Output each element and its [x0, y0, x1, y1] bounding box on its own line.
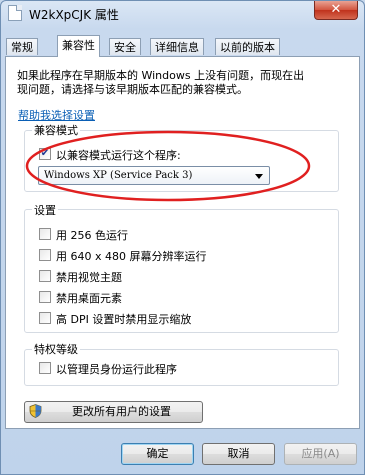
window-title: W2kXpCJK 属性 — [29, 8, 119, 22]
ok-button[interactable]: 确定 — [121, 443, 194, 465]
chevron-down-icon — [255, 174, 263, 179]
uac-shield-icon — [29, 404, 42, 418]
run-640x480-label: 用 640 x 480 屏幕分辨率运行 — [56, 250, 207, 263]
title-bar[interactable]: W2kXpCJK 属性 ✕ — [1, 1, 364, 25]
file-icon — [8, 5, 22, 21]
os-version-value: Windows XP (Service Pack 3) — [44, 170, 193, 181]
intro-text-line2: 现问题，请选择与该早期版本匹配的兼容模式。 — [17, 83, 248, 96]
run-256-colors-label: 用 256 色运行 — [56, 229, 128, 242]
compat-mode-checkbox[interactable]: ✔ — [39, 148, 51, 160]
os-version-select[interactable]: Windows XP (Service Pack 3) — [38, 166, 270, 185]
compat-mode-group-label: 兼容模式 — [32, 122, 80, 138]
run-as-admin-label: 以管理员身份运行此程序 — [56, 363, 177, 376]
run-640x480-checkbox[interactable] — [39, 249, 51, 261]
disable-dpi-scaling-checkbox[interactable] — [39, 312, 51, 324]
disable-dpi-scaling-label: 高 DPI 设置时禁用显示缩放 — [56, 313, 192, 326]
compat-mode-checkbox-label: 以兼容模式运行这个程序: — [56, 149, 181, 162]
change-all-users-button[interactable]: 更改所有用户的设置 — [24, 401, 203, 423]
properties-window: W2kXpCJK 属性 ✕ 常规 兼容性 安全 详细信息 以前的版本 如果此程序… — [0, 0, 365, 475]
run-256-colors-checkbox[interactable] — [39, 228, 51, 240]
help-choose-settings-link[interactable]: 帮助我选择设置 — [18, 107, 95, 123]
change-all-users-label: 更改所有用户的设置 — [72, 405, 171, 418]
cancel-button[interactable]: 取消 — [202, 443, 275, 465]
tab-security[interactable]: 安全 — [109, 38, 141, 55]
apply-button[interactable]: 应用(A) — [284, 443, 357, 465]
privilege-level-group-label: 特权等级 — [32, 341, 80, 357]
disable-visual-themes-checkbox[interactable] — [39, 270, 51, 282]
tab-general[interactable]: 常规 — [6, 38, 38, 55]
settings-group-label: 设置 — [32, 202, 58, 218]
close-button[interactable]: ✕ — [314, 1, 358, 20]
tab-details[interactable]: 详细信息 — [150, 38, 204, 55]
tab-previous-versions[interactable]: 以前的版本 — [215, 38, 280, 55]
disable-visual-themes-label: 禁用视觉主题 — [56, 271, 122, 284]
run-as-admin-checkbox[interactable] — [39, 362, 51, 374]
disable-desktop-composition-checkbox[interactable] — [39, 291, 51, 303]
disable-desktop-composition-label: 禁用桌面元素 — [56, 292, 122, 305]
tab-compatibility[interactable]: 兼容性 — [57, 35, 100, 57]
